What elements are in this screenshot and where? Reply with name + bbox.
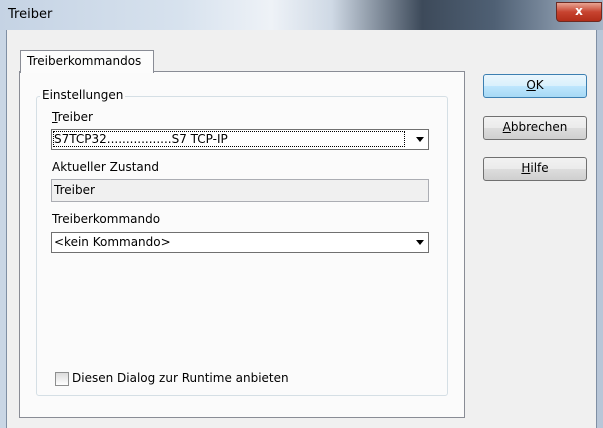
- state-field[interactable]: Treiber: [51, 179, 429, 202]
- help-button[interactable]: Hilfe: [483, 157, 587, 181]
- window-frame-left-edge: [6, 30, 7, 428]
- driver-select-value: S7TCP32.................S7 TCP-IP: [53, 131, 405, 147]
- close-button[interactable]: x: [556, 2, 602, 22]
- title-bar: Treiber x: [0, 0, 603, 30]
- chevron-down-icon[interactable]: [416, 240, 424, 245]
- runtime-checkbox[interactable]: [55, 372, 69, 386]
- window-frame-right-edge: [596, 30, 597, 428]
- tab-treiberkommandos[interactable]: Treiberkommandos: [20, 50, 154, 73]
- close-icon: x: [575, 4, 583, 18]
- command-select[interactable]: <kein Kommando>: [51, 232, 429, 253]
- ok-button[interactable]: OK: [483, 74, 587, 98]
- window-title: Treiber: [8, 7, 53, 22]
- runtime-checkbox-label[interactable]: Diesen Dialog zur Runtime anbieten: [72, 371, 289, 385]
- command-label: Treiberkommando: [52, 212, 161, 226]
- window-frame-right: [596, 30, 603, 428]
- state-field-value: Treiber: [54, 183, 95, 197]
- settings-group-legend: Einstellungen: [40, 88, 126, 102]
- tab-label: Treiberkommandos: [27, 54, 142, 68]
- command-select-value: <kein Kommando>: [54, 235, 171, 249]
- state-label: Aktueller Zustand: [52, 160, 160, 174]
- cancel-button[interactable]: Abbrechen: [483, 116, 587, 140]
- chevron-down-icon[interactable]: [416, 137, 424, 142]
- driver-select[interactable]: S7TCP32.................S7 TCP-IP: [51, 129, 429, 150]
- driver-label: Treiber: [52, 110, 93, 124]
